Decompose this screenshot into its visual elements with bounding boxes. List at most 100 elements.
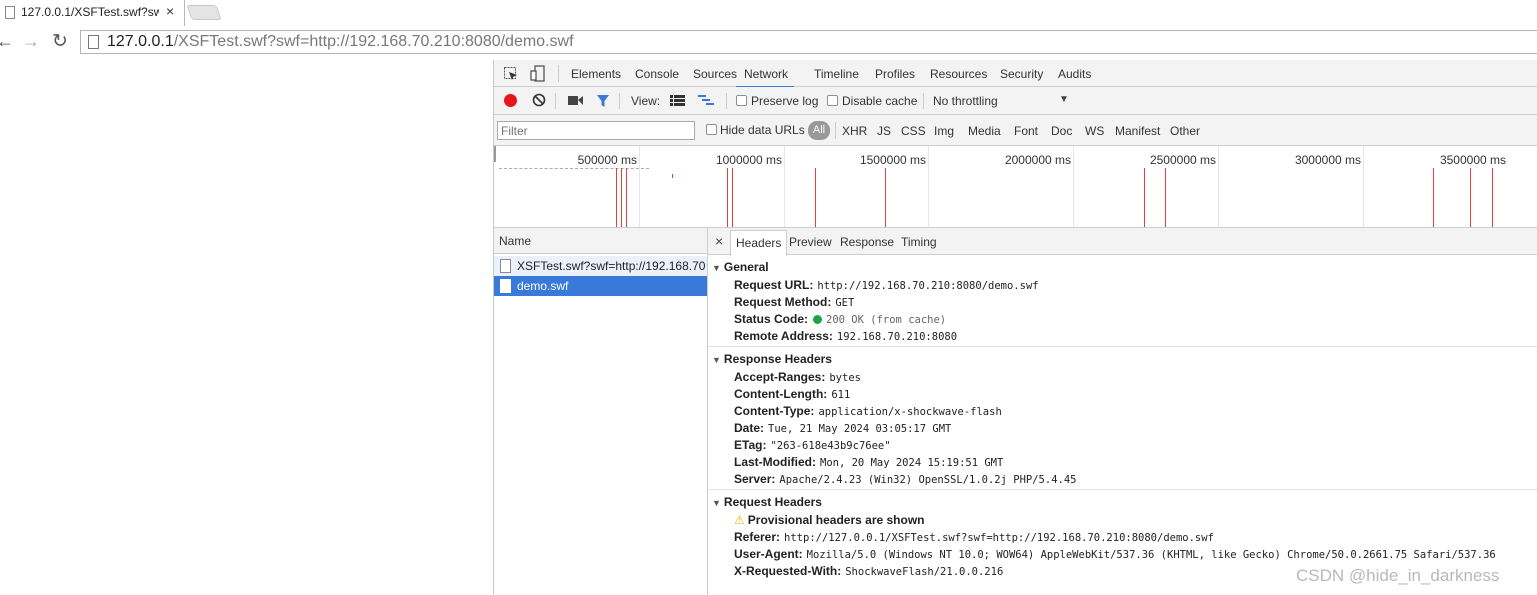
large-rows-icon[interactable] bbox=[670, 95, 685, 106]
toolbar-divider bbox=[726, 93, 727, 109]
request-header-row: User-Agent: Mozilla/5.0 (Windows NT 10.0;… bbox=[734, 547, 1496, 561]
document-icon bbox=[500, 259, 511, 273]
close-detail-icon[interactable]: × bbox=[715, 233, 723, 249]
tab-response[interactable]: Response bbox=[840, 235, 894, 249]
header-key: Remote Address: bbox=[734, 329, 833, 343]
close-tab-icon[interactable]: × bbox=[166, 3, 174, 19]
header-key: Request Method: bbox=[734, 295, 832, 309]
filter-input[interactable] bbox=[497, 121, 695, 140]
capture-screenshots-icon[interactable] bbox=[568, 95, 583, 106]
response-headers-section-header[interactable]: ▼ Response Headers bbox=[712, 352, 832, 366]
section-title: Response Headers bbox=[723, 352, 832, 366]
preserve-log-checkbox[interactable] bbox=[736, 95, 747, 106]
tab-timing[interactable]: Timing bbox=[901, 235, 937, 249]
tab-resources[interactable]: Resources bbox=[930, 67, 987, 81]
filter-manifest[interactable]: Manifest bbox=[1115, 124, 1160, 138]
section-divider bbox=[708, 489, 1537, 490]
address-bar[interactable]: 127.0.0.1/XSFTest.swf?swf=http://192.168… bbox=[80, 30, 1537, 54]
tab-timeline[interactable]: Timeline bbox=[814, 67, 859, 81]
clear-icon[interactable] bbox=[532, 93, 546, 107]
hide-data-urls-label: Hide data URLs bbox=[720, 123, 805, 137]
header-value: Mozilla/5.0 (Windows NT 10.0; WOW64) App… bbox=[806, 549, 1496, 561]
tab-security[interactable]: Security bbox=[1000, 67, 1043, 81]
filter-other[interactable]: Other bbox=[1170, 124, 1200, 138]
request-name: XSFTest.swf?swf=http://192.168.70.210:80… bbox=[517, 259, 705, 273]
header-key: Accept-Ranges: bbox=[734, 370, 826, 384]
overview-gridline bbox=[1363, 146, 1364, 227]
tab-audits[interactable]: Audits bbox=[1058, 67, 1091, 81]
header-value: Tue, 21 May 2024 03:05:17 GMT bbox=[768, 423, 952, 435]
reload-icon[interactable]: ↻ bbox=[52, 30, 68, 53]
overview-tick-label: 2500000 ms bbox=[1149, 153, 1216, 167]
chevron-down-icon: ▼ bbox=[1059, 94, 1069, 105]
hide-data-urls-checkbox[interactable] bbox=[706, 124, 717, 135]
header-value: ShockwaveFlash/21.0.0.216 bbox=[845, 566, 1004, 578]
tab-headers[interactable]: Headers bbox=[730, 230, 788, 256]
request-list-panel: Name XSFTest.swf?swf=http://192.168.70.2… bbox=[494, 228, 708, 595]
disable-cache-checkbox[interactable] bbox=[827, 95, 838, 106]
request-headers-section-header[interactable]: ▼ Request Headers bbox=[712, 495, 822, 509]
inspect-element-icon[interactable] bbox=[503, 66, 519, 82]
tab-network[interactable]: Network bbox=[736, 67, 795, 88]
warning-icon: ⚠ bbox=[734, 513, 745, 527]
browser-tab[interactable]: 127.0.0.1/XSFTest.swf?swf=http://192.168… bbox=[0, 0, 185, 26]
page-favicon-icon bbox=[5, 6, 15, 19]
header-key: ETag: bbox=[734, 438, 767, 452]
request-row[interactable]: XSFTest.swf?swf=http://192.168.70.210:80… bbox=[494, 256, 707, 276]
filter-xhr[interactable]: XHR bbox=[842, 124, 867, 138]
filter-img[interactable]: Img bbox=[934, 124, 954, 138]
filter-js[interactable]: JS bbox=[877, 124, 891, 138]
filter-all-button[interactable]: All bbox=[808, 121, 830, 140]
request-marker bbox=[885, 168, 886, 227]
network-overview-timeline[interactable]: 500000 ms 1000000 ms 1500000 ms 2000000 … bbox=[494, 146, 1537, 228]
browser-tab-strip: 127.0.0.1/XSFTest.swf?swf=http://192.168… bbox=[0, 0, 1537, 26]
filter-css[interactable]: CSS bbox=[901, 124, 926, 138]
overview-tick-label: 3000000 ms bbox=[1294, 153, 1361, 167]
header-value: http://192.168.70.210:8080/demo.swf bbox=[817, 280, 1039, 292]
filter-icon[interactable] bbox=[596, 94, 610, 108]
address-url[interactable]: 127.0.0.1/XSFTest.swf?swf=http://192.168… bbox=[107, 33, 574, 51]
watermark: CSDN @hide_in_darkness bbox=[1296, 566, 1500, 585]
filter-font[interactable]: Font bbox=[1014, 124, 1038, 138]
general-section-header[interactable]: ▼ General bbox=[712, 260, 769, 274]
request-row-selected[interactable]: demo.swf bbox=[494, 276, 707, 296]
request-name: demo.swf bbox=[517, 279, 569, 293]
tab-sources[interactable]: Sources bbox=[693, 67, 737, 81]
expand-triangle-icon: ▼ bbox=[712, 263, 721, 273]
request-marker bbox=[732, 168, 733, 227]
overview-gridline bbox=[1073, 146, 1074, 227]
request-marker bbox=[626, 168, 627, 227]
tab-console[interactable]: Console bbox=[635, 67, 679, 81]
forward-arrow-icon[interactable]: → bbox=[22, 31, 40, 52]
request-method-row: Request Method: GET bbox=[734, 295, 854, 309]
response-header-row: ETag: "263-618e43b9c76ee" bbox=[734, 438, 891, 452]
overview-waterfall-icon[interactable] bbox=[698, 95, 714, 106]
expand-triangle-icon: ▼ bbox=[712, 498, 721, 508]
filter-media[interactable]: Media bbox=[968, 124, 1001, 138]
tab-preview[interactable]: Preview bbox=[789, 235, 832, 249]
new-tab-button[interactable] bbox=[186, 5, 222, 20]
device-mode-icon[interactable] bbox=[530, 65, 546, 83]
request-marker bbox=[1165, 168, 1166, 227]
throttling-select[interactable]: No throttling ▼ bbox=[931, 91, 1071, 111]
response-header-row: Content-Length: 611 bbox=[734, 387, 850, 401]
filter-doc[interactable]: Doc bbox=[1051, 124, 1072, 138]
toolbar-divider bbox=[619, 93, 620, 109]
header-key: Server: bbox=[734, 472, 776, 486]
page-info-icon bbox=[88, 35, 99, 49]
filter-ws[interactable]: WS bbox=[1085, 124, 1104, 138]
tab-elements[interactable]: Elements bbox=[571, 67, 621, 81]
document-icon bbox=[500, 279, 511, 293]
overview-window-handle[interactable] bbox=[494, 146, 496, 162]
tab-profiles[interactable]: Profiles bbox=[875, 67, 915, 81]
request-marker bbox=[815, 168, 816, 227]
back-arrow-icon[interactable]: ← bbox=[0, 31, 14, 52]
name-column-header[interactable]: Name bbox=[494, 228, 707, 254]
record-icon[interactable] bbox=[504, 94, 517, 107]
header-value: 200 OK (from cache) bbox=[826, 314, 947, 326]
url-host: 127.0.0.1 bbox=[107, 33, 174, 50]
request-marker bbox=[616, 168, 617, 227]
expand-triangle-icon: ▼ bbox=[712, 355, 721, 365]
overview-gridline bbox=[639, 146, 640, 227]
header-value: Apache/2.4.23 (Win32) OpenSSL/1.0.2j PHP… bbox=[779, 474, 1077, 486]
